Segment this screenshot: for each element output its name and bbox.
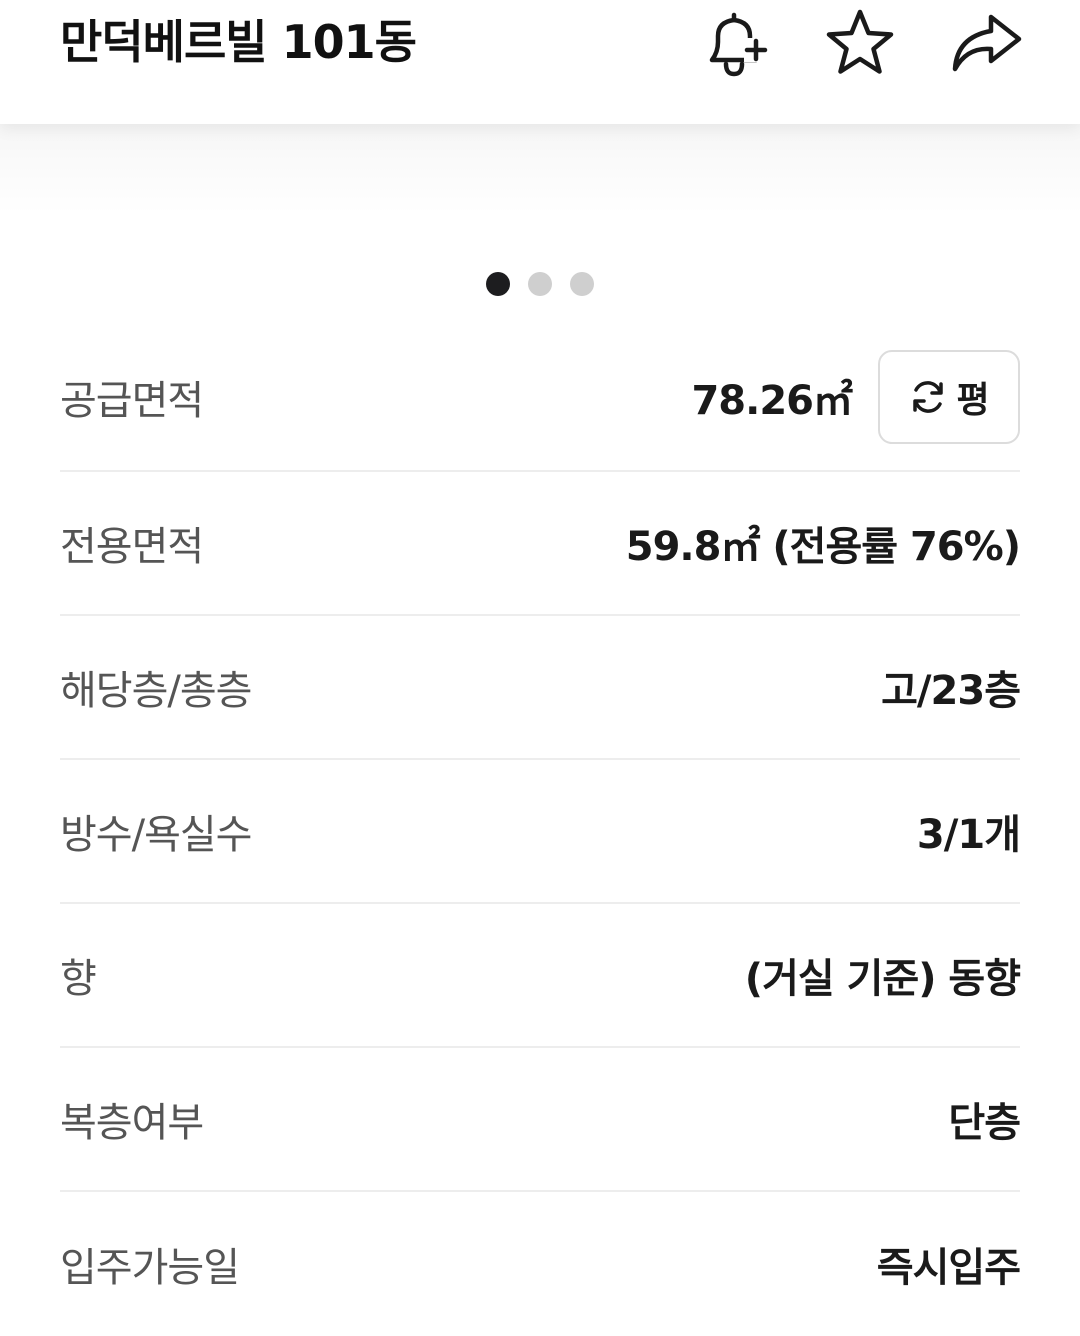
bell-plus-icon — [709, 12, 768, 77]
rooms-value: 3/1개 — [916, 812, 1021, 858]
share-icon — [952, 14, 1022, 72]
move-in-label: 입주가능일 — [60, 1245, 240, 1291]
exclusive-area-value: 59.8㎡ (전용률 76%) — [625, 524, 1021, 570]
gallery-dot-2[interactable] — [528, 272, 552, 296]
image-gallery[interactable] — [0, 124, 1080, 324]
property-details-list: 공급면적 78.26㎡ 평 전용면적 59.8㎡ (전용률 76%) 해당층/총… — [60, 324, 1021, 1336]
detail-row-move-in: 입주가능일 즉시입주 — [60, 1192, 1021, 1336]
refresh-icon — [913, 381, 944, 413]
direction-value: (거실 기준) 동향 — [744, 956, 1021, 1002]
detail-row-supply-area: 공급면적 78.26㎡ 평 — [60, 324, 1020, 472]
unit-toggle-button[interactable]: 평 — [878, 350, 1020, 444]
notification-add-button[interactable] — [696, 6, 772, 82]
detail-row-direction: 향 (거실 기준) 동향 — [60, 904, 1021, 1048]
share-button[interactable] — [948, 6, 1024, 82]
move-in-value: 즉시입주 — [876, 1245, 1021, 1291]
page-title: 만덕베르빌 101동 — [60, 15, 417, 69]
duplex-label: 복층여부 — [60, 1100, 204, 1146]
rooms-label: 방수/욕실수 — [60, 812, 252, 858]
gallery-dot-3[interactable] — [570, 272, 594, 296]
exclusive-area-label: 전용면적 — [60, 524, 204, 570]
app-header: 만덕베르빌 101동 — [0, 0, 1080, 124]
supply-area-label: 공급면적 — [60, 378, 204, 424]
header-actions — [696, 6, 1024, 82]
star-icon — [826, 9, 894, 74]
duplex-value: 단층 — [948, 1100, 1021, 1146]
detail-row-floor: 해당층/총층 고/23층 — [60, 616, 1021, 760]
gallery-dot-1[interactable] — [486, 272, 510, 296]
detail-row-duplex: 복층여부 단층 — [60, 1048, 1021, 1192]
unit-toggle-label: 평 — [956, 380, 990, 421]
supply-area-value-group: 78.26㎡ 평 — [691, 350, 1020, 444]
supply-area-value: 78.26㎡ — [691, 378, 853, 424]
floor-value: 고/23층 — [881, 668, 1021, 714]
gallery-page-indicator — [0, 272, 1080, 296]
detail-row-rooms: 방수/욕실수 3/1개 — [60, 760, 1021, 904]
floor-label: 해당층/총층 — [60, 668, 252, 714]
favorite-button[interactable] — [822, 6, 898, 82]
detail-row-exclusive-area: 전용면적 59.8㎡ (전용률 76%) — [60, 472, 1021, 616]
direction-label: 향 — [60, 956, 97, 1002]
